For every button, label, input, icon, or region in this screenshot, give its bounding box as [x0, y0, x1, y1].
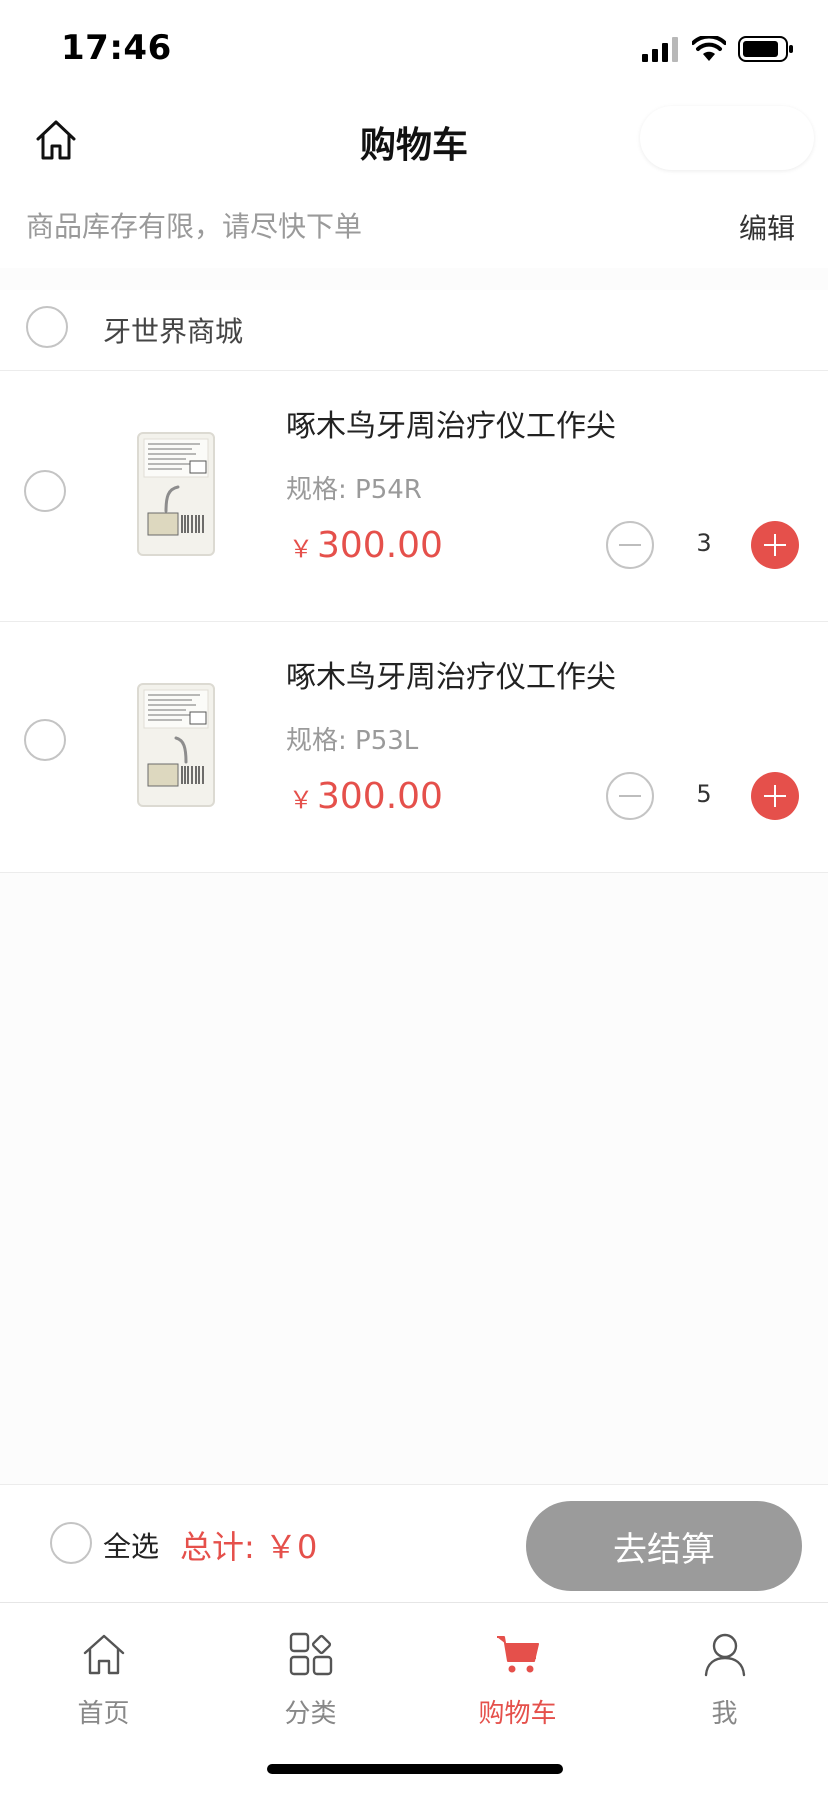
plus-icon	[764, 534, 786, 556]
category-icon	[289, 1632, 332, 1676]
tab-home[interactable]: 首页	[0, 1603, 207, 1733]
item-price: ￥ 300.00	[289, 525, 443, 566]
tab-label: 首页	[77, 1699, 130, 1729]
plus-icon	[764, 785, 786, 807]
cellular-signal-icon	[642, 37, 678, 62]
tab-cart[interactable]: 购物车	[414, 1603, 621, 1733]
item-title[interactable]: 啄木鸟牙周治疗仪工作尖	[286, 401, 616, 445]
wifi-icon	[692, 36, 726, 61]
item-select-checkbox[interactable]	[24, 470, 66, 512]
cart-item: 啄木鸟牙周治疗仪工作尖 规格: P53L ￥ 300.00 5	[0, 622, 828, 873]
home-icon	[83, 1634, 124, 1675]
item-title[interactable]: 啄木鸟牙周治疗仪工作尖	[286, 652, 616, 696]
checkout-bar: 全选 总计: ￥0 去结算	[0, 1484, 828, 1603]
tab-me[interactable]: 我	[621, 1603, 828, 1733]
item-price: ￥ 300.00	[289, 776, 443, 817]
minus-icon	[619, 795, 641, 797]
shop-select-checkbox[interactable]	[26, 306, 68, 348]
tab-category[interactable]: 分类	[207, 1603, 414, 1733]
currency-symbol: ￥	[289, 535, 313, 563]
tab-label: 分类	[284, 1699, 337, 1729]
total-amount: 总计: ￥0	[180, 1528, 318, 1566]
mini-program-capsule[interactable]	[640, 106, 814, 170]
product-image[interactable]	[118, 411, 234, 577]
increase-quantity-button[interactable]	[751, 772, 799, 820]
decrease-quantity-button[interactable]	[606, 521, 654, 569]
select-all-label[interactable]: 全选	[103, 1525, 159, 1565]
tab-label: 购物车	[478, 1699, 557, 1729]
item-spec: 规格: P54R	[286, 475, 422, 505]
product-package-image	[137, 683, 215, 807]
cart-item: 啄木鸟牙周治疗仪工作尖 规格: P54R ￥ 300.00 3	[0, 371, 828, 622]
home-indicator	[267, 1764, 563, 1774]
checkout-button[interactable]: 去结算	[526, 1501, 802, 1591]
product-image[interactable]	[118, 662, 234, 828]
battery-icon	[738, 36, 793, 62]
shop-header: 牙世界商城	[0, 290, 828, 371]
stock-notice: 商品库存有限，请尽快下单 编辑	[0, 188, 828, 268]
edit-button[interactable]: 编辑	[739, 207, 795, 247]
shop-name: 牙世界商城	[103, 315, 244, 348]
item-select-checkbox[interactable]	[24, 719, 66, 761]
select-all-checkbox[interactable]	[50, 1522, 92, 1564]
user-icon	[704, 1633, 745, 1677]
product-package-image	[137, 432, 215, 556]
status-bar: 17:46	[0, 0, 828, 92]
tab-label: 我	[711, 1699, 738, 1729]
status-icons	[642, 34, 794, 64]
status-time: 17:46	[61, 28, 172, 68]
increase-quantity-button[interactable]	[751, 521, 799, 569]
quantity-value[interactable]: 3	[672, 529, 736, 557]
nav-bar: 购物车	[0, 92, 828, 188]
cart-icon	[496, 1636, 539, 1673]
item-spec: 规格: P53L	[286, 726, 419, 756]
decrease-quantity-button[interactable]	[606, 772, 654, 820]
currency-symbol: ￥	[289, 786, 313, 814]
notice-text: 商品库存有限，请尽快下单	[26, 210, 363, 243]
quantity-value[interactable]: 5	[672, 780, 736, 808]
price-value: 300.00	[317, 525, 443, 566]
price-value: 300.00	[317, 776, 443, 817]
minus-icon	[619, 544, 641, 546]
